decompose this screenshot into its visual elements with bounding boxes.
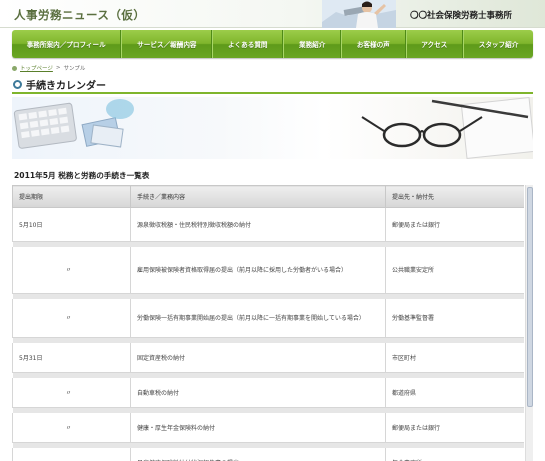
breadcrumb-current: サンプル (63, 66, 86, 72)
breadcrumb-separator: > (55, 65, 61, 71)
nav-item-faq[interactable]: よくある質問 (212, 30, 284, 58)
nav-item-services[interactable]: サービス／報酬内容 (121, 30, 213, 58)
deadline-cell: 〃 (12, 246, 131, 294)
table-row: 〃労働保険一括有期事業開始届の提出（前月以降に一括有期事業を開始している場合）労… (12, 298, 524, 338)
page-title-bar: 手続きカレンダー (12, 76, 533, 94)
procedure-cell: 日雇健康保険料納付状況報告書の提出 (130, 447, 386, 461)
deadline-cell: 〃 (12, 447, 131, 461)
procedures-table-container: 提出期限 手続き／業務内容 提出先・納付先 5月10日 源泉徴収税額・住民税特別徴… (12, 185, 524, 461)
deadline-cell: 〃 (12, 298, 131, 338)
procedure-cell: 源泉徴収税額・住民税特別徴収税額の納付 (130, 207, 386, 242)
table-row: 5月10日 源泉徴収税額・住民税特別徴収税額の納付 郵便局または銀行 (12, 207, 524, 242)
procedures-table: 提出期限 手続き／業務内容 提出先・納付先 5月10日 源泉徴収税額・住民税特別徴… (12, 185, 524, 461)
nav-item-staff[interactable]: スタッフ紹介 (463, 30, 533, 58)
destination-cell: 都道府県 (385, 377, 524, 408)
destination-cell: 郵便局または銀行 (385, 207, 524, 242)
deadline-cell: 5月10日 (12, 207, 131, 242)
procedure-cell: 健康・厚生年金保険料の納付 (130, 412, 386, 443)
nav-item-access[interactable]: アクセス (405, 30, 464, 58)
destination-cell: 年金事務所 (385, 447, 524, 461)
breadcrumb: トップページ > サンプル (12, 64, 85, 72)
breadcrumb-bullet-icon (12, 65, 17, 71)
procedure-cell: 労働保険一括有期事業開始届の提出（前月以降に一括有期事業を開始している場合） (130, 298, 386, 338)
vertical-scrollbar[interactable] (525, 185, 533, 461)
column-header-procedure: 手続き／業務内容 (130, 185, 386, 208)
banner-image (12, 97, 533, 159)
deadline-cell: 〃 (12, 412, 131, 443)
destination-cell: 市区町村 (385, 342, 524, 373)
procedure-cell: 自動車税の納付 (130, 377, 386, 408)
destination-cell: 郵便局または銀行 (385, 412, 524, 443)
main-nav: 事務所案内／プロフィール サービス／報酬内容 よくある質問 業務紹介 お客様の声… (12, 30, 533, 58)
column-header-destination: 提出先・納付先 (385, 185, 524, 208)
table-row: 5月31日 固定資産税の納付 市区町村 (12, 342, 524, 373)
calendar-subheading: 2011年5月 税務と労務の手続き一覧表 (14, 171, 150, 180)
table-row: 〃雇用保険被保険者資格取得届の提出（前月以降に採用した労働者がいる場合） 公共職業… (12, 246, 524, 294)
column-header-deadline: 提出期限 (12, 185, 131, 208)
table-row: 〃日雇健康保険料納付状況報告書の提出年金事務所 (12, 447, 524, 461)
nav-item-testimonials[interactable]: お客様の声 (341, 30, 406, 58)
procedure-cell: 固定資産税の納付 (130, 342, 386, 373)
nav-item-office[interactable]: 事務所案内／プロフィール (12, 30, 122, 58)
deadline-cell: 5月31日 (12, 342, 131, 373)
table-body: 5月10日 源泉徴収税額・住民税特別徴収税額の納付 郵便局または銀行〃雇用保険被保険… (12, 207, 524, 461)
circle-bullet-icon (13, 79, 22, 89)
destination-cell: 労働基準監督署 (385, 298, 524, 338)
scrollbar-thumb[interactable] (527, 187, 533, 407)
header-photo (322, 0, 396, 28)
table-header-row: 提出期限 手続き／業務内容 提出先・納付先 (12, 185, 524, 208)
site-title[interactable]: 人事労務ニュース（仮） (14, 7, 145, 23)
procedure-cell: 雇用保険被保険者資格取得届の提出（前月以降に採用した労働者がいる場合） (130, 246, 386, 294)
deadline-cell: 〃 (12, 377, 131, 408)
banner-illustration (13, 97, 533, 159)
nav-item-business[interactable]: 業務紹介 (283, 30, 342, 58)
breadcrumb-home-link[interactable]: トップページ (20, 64, 53, 72)
table-row: 〃健康・厚生年金保険料の納付 郵便局または銀行 (12, 412, 524, 443)
destination-cell: 公共職業安定所 (385, 246, 524, 294)
page-title: 手続きカレンダー (26, 80, 106, 92)
office-name: 〇〇社会保険労務士事務所 (410, 11, 513, 21)
table-row: 〃自動車税の納付 都道府県 (12, 377, 524, 408)
site-header: 人事労務ニュース（仮） 〇〇社会保険労務士事務所 (0, 0, 545, 28)
